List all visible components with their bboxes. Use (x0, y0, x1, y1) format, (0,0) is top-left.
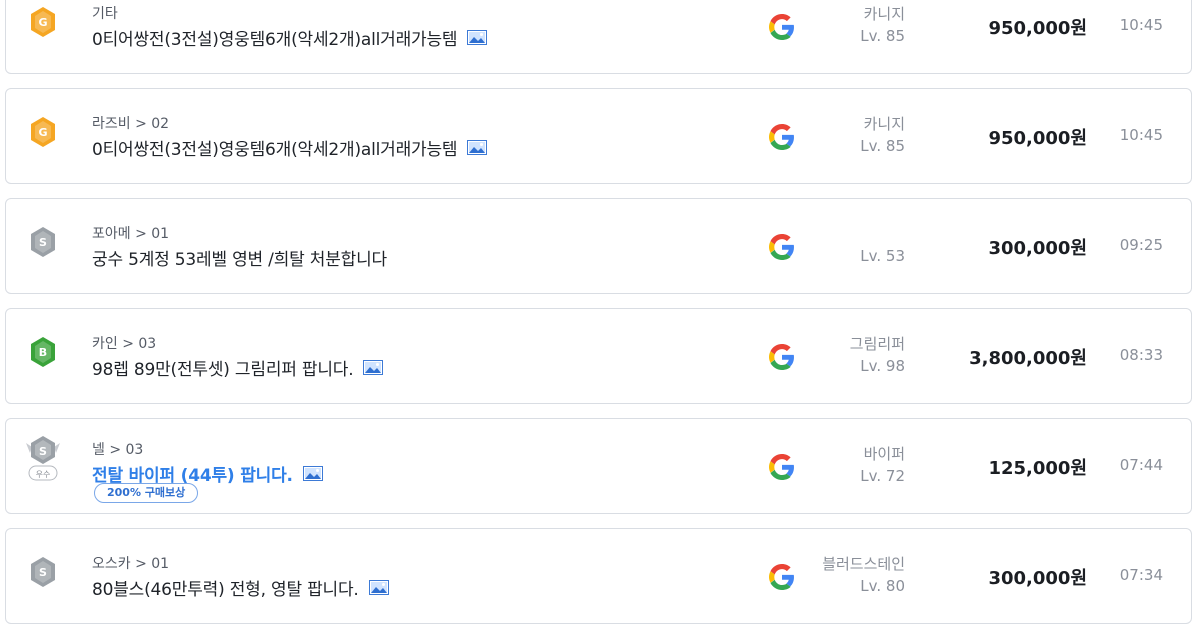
character-level: Lv. 80 (860, 577, 905, 595)
listing-row[interactable]: G 기타 0티어쌍전(3전설)영웅템6개(악세2개)all거래가능템 카니지 Lv. 8… (5, 0, 1192, 74)
listing-main: 기타 0티어쌍전(3전설)영웅템6개(악세2개)all거래가능템 (92, 0, 732, 73)
character-info: 블러드스테인 Lv. 80 (822, 553, 905, 597)
listing-main: 카인 > 03 98렙 89만(전투셋) 그림리퍼 팝니다. (92, 309, 732, 403)
gold-grade-icon: G (28, 5, 58, 41)
listing-category: 넬 > 03 (92, 442, 144, 458)
character-level: Lv. 53 (860, 247, 905, 265)
listing-price: 300,000원 (988, 238, 1087, 259)
listing-price: 950,000원 (988, 128, 1087, 149)
character-class (860, 223, 905, 245)
listing-category: 기타 (92, 6, 118, 22)
character-info: 그림리퍼 Lv. 98 (850, 333, 905, 377)
silver-premium-grade-icon: S 우수 (22, 433, 64, 483)
listing-main: 오스카 > 01 80블스(46만투력) 전형, 영탈 팝니다. (92, 529, 732, 623)
listing-time: 10:45 (1119, 126, 1163, 144)
listing-row[interactable]: B 카인 > 03 98렙 89만(전투셋) 그림리퍼 팝니다. 그림리퍼 Lv. 98… (5, 308, 1192, 404)
svg-text:G: G (38, 126, 47, 139)
character-class: 그림리퍼 (849, 335, 905, 353)
listing-list: G 기타 0티어쌍전(3전설)영웅템6개(악세2개)all거래가능템 카니지 Lv. 8… (0, 0, 1201, 628)
listing-title-text: 0티어쌍전(3전설)영웅템6개(악세2개)all거래가능템 (92, 140, 458, 160)
listing-category: 오스카 > 01 (92, 556, 170, 572)
character-info: Lv. 53 (860, 223, 905, 267)
listing-title-text: 80블스(46만투력) 전형, 영탈 팝니다. (92, 580, 359, 600)
listing-time: 08:33 (1119, 346, 1163, 364)
listing-category: 라즈비 > 02 (92, 116, 170, 132)
character-level: Lv. 85 (860, 137, 905, 155)
listing-price: 3,800,000원 (969, 348, 1087, 369)
listing-main: 포아메 > 01 궁수 5계정 53레벨 영변 /희탈 처분합니다 (92, 199, 732, 293)
character-class: 카니지 (863, 5, 905, 23)
listing-title[interactable]: 0티어쌍전(3전설)영웅템6개(악세2개)all거래가능템 (92, 25, 488, 50)
google-icon (769, 344, 795, 370)
listing-category: 포아메 > 01 (92, 226, 170, 242)
listing-main: 라즈비 > 02 0티어쌍전(3전설)영웅템6개(악세2개)all거래가능템 (92, 89, 732, 183)
svg-text:우수: 우수 (36, 470, 51, 479)
listing-row[interactable]: S 우수 넬 > 03 전탈 바이퍼 (44투) 팝니다. 200% 구매보상 바이퍼 Lv… (5, 418, 1192, 514)
character-level: Lv. 98 (860, 357, 905, 375)
image-attached-icon (467, 140, 488, 155)
listing-time: 09:25 (1119, 236, 1163, 254)
svg-text:G: G (38, 16, 47, 29)
svg-text:S: S (39, 566, 47, 579)
reward-badge: 200% 구매보상 (94, 483, 199, 503)
listing-title[interactable]: 0티어쌍전(3전설)영웅템6개(악세2개)all거래가능템 (92, 135, 488, 160)
bronze-grade-icon: B (28, 335, 58, 371)
listing-category: 카인 > 03 (92, 336, 157, 352)
svg-text:S: S (39, 236, 47, 249)
listing-price: 125,000원 (988, 458, 1087, 479)
image-attached-icon (368, 580, 389, 595)
listing-title-text: 98렙 89만(전투셋) 그림리퍼 팝니다. (92, 360, 354, 380)
silver-grade-icon: S (28, 555, 58, 591)
character-info: 카니지 Lv. 85 (860, 113, 905, 157)
listing-title[interactable]: 98렙 89만(전투셋) 그림리퍼 팝니다. (92, 355, 384, 380)
character-info: 바이퍼 Lv. 72 (860, 443, 905, 487)
image-attached-icon (467, 30, 488, 45)
listing-time: 07:34 (1119, 566, 1163, 584)
listing-row[interactable]: S 오스카 > 01 80블스(46만투력) 전형, 영탈 팝니다. 블러드스테인 Lv… (5, 528, 1192, 624)
character-info: 카니지 Lv. 85 (860, 3, 905, 47)
character-level: Lv. 85 (860, 27, 905, 45)
listing-time: 07:44 (1119, 456, 1163, 474)
character-level: Lv. 72 (860, 467, 905, 485)
google-icon (769, 454, 795, 480)
image-attached-icon (302, 466, 323, 481)
silver-grade-icon: S (28, 225, 58, 261)
listing-row[interactable]: S 포아메 > 01 궁수 5계정 53레벨 영변 /희탈 처분합니다 Lv. 53 3… (5, 198, 1192, 294)
google-icon (769, 14, 795, 40)
listing-row[interactable]: G 라즈비 > 02 0티어쌍전(3전설)영웅템6개(악세2개)all거래가능템 카니… (5, 88, 1192, 184)
listing-title-text: 궁수 5계정 53레벨 영변 /희탈 처분합니다 (92, 250, 387, 270)
svg-text:B: B (39, 346, 47, 359)
listing-title-text: 0티어쌍전(3전설)영웅템6개(악세2개)all거래가능템 (92, 30, 458, 50)
google-icon (769, 234, 795, 260)
character-class: 블러드스테인 (822, 555, 905, 573)
listing-title[interactable]: 80블스(46만투력) 전형, 영탈 팝니다. (92, 575, 389, 600)
listing-title[interactable]: 궁수 5계정 53레벨 영변 /희탈 처분합니다 (92, 245, 387, 270)
google-icon (769, 564, 795, 590)
listing-price: 300,000원 (988, 568, 1087, 589)
character-class: 카니지 (863, 115, 905, 133)
google-icon (769, 124, 795, 150)
character-class: 바이퍼 (863, 445, 905, 463)
listing-time: 10:45 (1119, 16, 1163, 34)
listing-main: 넬 > 03 전탈 바이퍼 (44투) 팝니다. 200% 구매보상 (92, 419, 732, 513)
svg-text:S: S (39, 445, 47, 458)
listing-price: 950,000원 (988, 18, 1087, 39)
gold-grade-icon: G (28, 115, 58, 151)
image-attached-icon (363, 360, 384, 375)
